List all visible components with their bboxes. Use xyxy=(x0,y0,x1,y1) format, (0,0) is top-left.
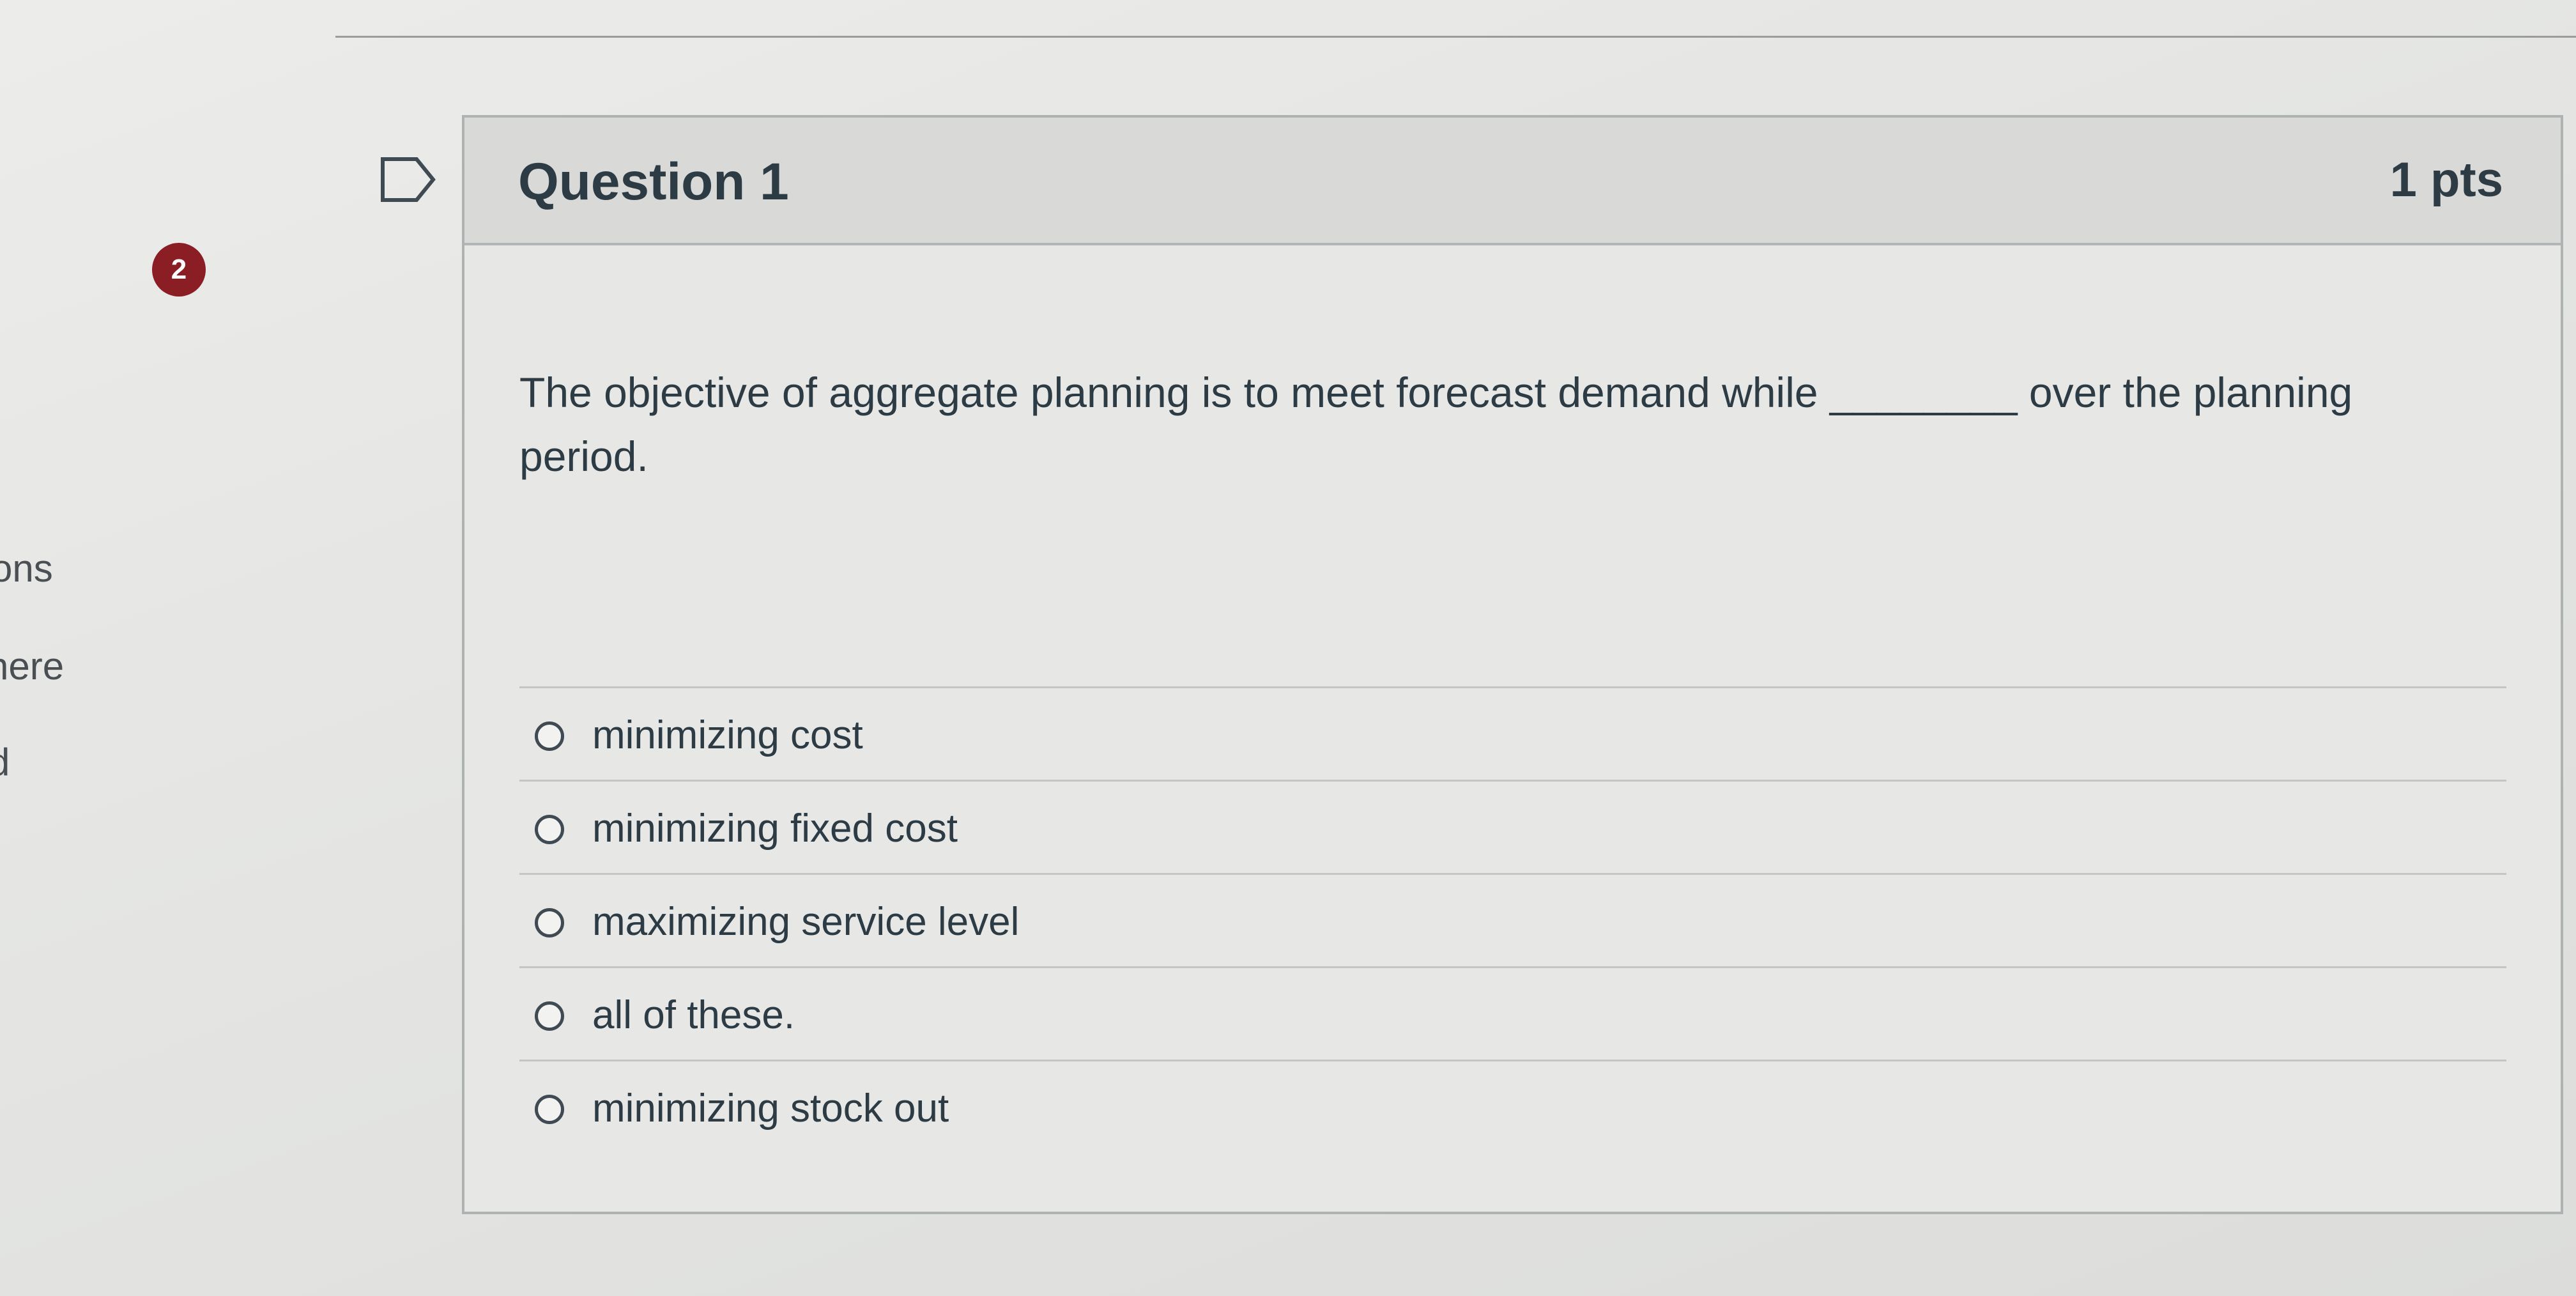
answer-label[interactable]: minimizing stock out xyxy=(592,1086,949,1131)
flag-question-icon[interactable] xyxy=(379,156,437,203)
nav-item-1[interactable]: ons xyxy=(0,546,53,590)
answer-label[interactable]: maximizing service level xyxy=(592,899,1019,945)
answer-label[interactable]: all of these. xyxy=(592,992,795,1038)
question-points: 1 pts xyxy=(2389,153,2503,207)
left-navigation: ons here d xyxy=(0,0,128,1296)
radio-button[interactable] xyxy=(535,815,564,844)
answer-list: minimizing cost minimizing fixed cost ma… xyxy=(519,686,2506,1153)
notification-badge: 2 xyxy=(152,243,206,297)
answer-option[interactable]: minimizing fixed cost xyxy=(519,780,2506,873)
answer-option[interactable]: minimizing stock out xyxy=(519,1060,2506,1153)
radio-button[interactable] xyxy=(535,908,564,937)
answer-option[interactable]: minimizing cost xyxy=(519,686,2506,780)
question-text: The objective of aggregate planning is t… xyxy=(519,369,2353,480)
question-title: Question 1 xyxy=(518,153,789,211)
top-divider xyxy=(335,36,2576,38)
question-header: Question 1 1 pts xyxy=(464,118,2561,245)
radio-button[interactable] xyxy=(535,1095,564,1124)
radio-button[interactable] xyxy=(535,721,564,751)
radio-button[interactable] xyxy=(535,1001,564,1031)
nav-item-3[interactable]: d xyxy=(0,740,10,784)
answer-label[interactable]: minimizing cost xyxy=(592,713,863,758)
nav-item-2[interactable]: here xyxy=(0,644,64,688)
answer-label[interactable]: minimizing fixed cost xyxy=(592,806,958,851)
answer-option[interactable]: all of these. xyxy=(519,966,2506,1060)
question-card: Question 1 1 pts The objective of aggreg… xyxy=(462,115,2563,1214)
answer-option[interactable]: maximizing service level xyxy=(519,873,2506,966)
